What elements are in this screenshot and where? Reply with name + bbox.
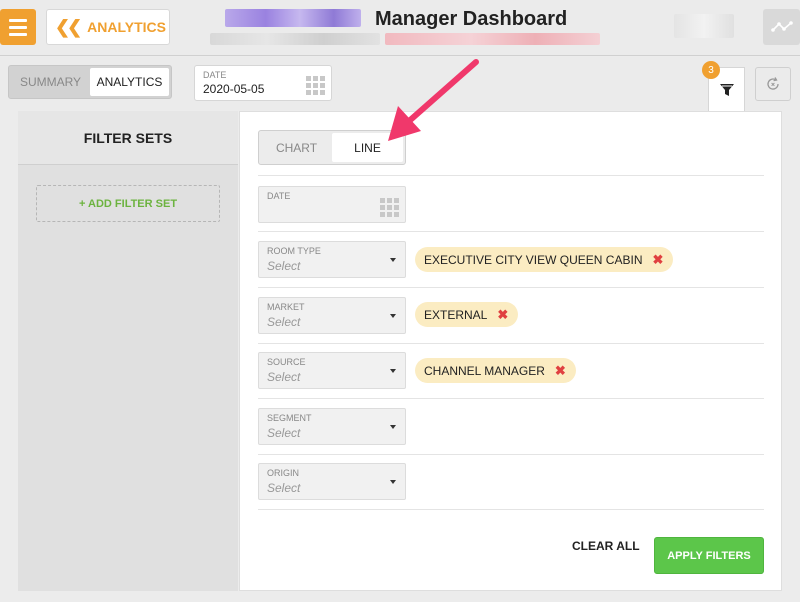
date-picker-caption: DATE bbox=[203, 70, 227, 80]
toggle-chart[interactable]: CHART bbox=[261, 133, 332, 162]
route-button[interactable] bbox=[763, 9, 800, 45]
caret-down-icon bbox=[390, 314, 396, 318]
calendar-grid-icon bbox=[380, 198, 399, 217]
redacted-subtitle bbox=[210, 33, 380, 45]
date-filter-field[interactable]: DATE bbox=[258, 186, 406, 223]
source-placeholder: Select bbox=[267, 370, 301, 384]
date-filter-caption: DATE bbox=[267, 191, 291, 201]
refresh-icon bbox=[767, 77, 779, 90]
market-caption: MARKET bbox=[267, 302, 305, 312]
filter-sets-title: FILTER SETS bbox=[18, 111, 238, 165]
divider bbox=[258, 287, 764, 288]
source-caption: SOURCE bbox=[267, 357, 306, 367]
add-filter-set-button[interactable]: + ADD FILTER SET bbox=[36, 185, 220, 222]
divider bbox=[258, 398, 764, 399]
origin-placeholder: Select bbox=[267, 481, 301, 495]
view-switcher: SUMMARY ANALYTICS bbox=[8, 65, 172, 99]
toolbar: SUMMARY ANALYTICS DATE 2020-05-05 bbox=[0, 57, 800, 110]
segment-select[interactable]: SEGMENT Select bbox=[258, 408, 406, 445]
redacted-user bbox=[674, 14, 734, 38]
clear-all-button[interactable]: CLEAR ALL bbox=[572, 539, 640, 553]
tab-analytics[interactable]: ANALYTICS bbox=[90, 68, 169, 96]
calendar-grid-icon bbox=[306, 76, 325, 95]
source-chip: CHANNEL MANAGER ✖ bbox=[415, 358, 576, 383]
back-button[interactable]: ❮❮ ANALYTICS bbox=[46, 9, 170, 45]
origin-caption: ORIGIN bbox=[267, 468, 300, 478]
page-title: Manager Dashboard bbox=[375, 8, 568, 30]
date-picker[interactable]: DATE 2020-05-05 bbox=[194, 65, 332, 101]
divider bbox=[258, 343, 764, 344]
toggle-line[interactable]: LINE bbox=[332, 133, 403, 162]
segment-placeholder: Select bbox=[267, 426, 301, 440]
hamburger-icon bbox=[9, 18, 27, 22]
route-icon bbox=[770, 21, 793, 32]
divider bbox=[258, 454, 764, 455]
app-header: ❮❮ ANALYTICS Manager Dashboard bbox=[0, 0, 800, 56]
market-placeholder: Select bbox=[267, 315, 301, 329]
remove-x-icon[interactable]: ✖ bbox=[652, 252, 663, 268]
room-type-placeholder: Select bbox=[267, 259, 301, 273]
refresh-button[interactable] bbox=[755, 67, 791, 101]
remove-x-icon[interactable]: ✖ bbox=[497, 307, 508, 323]
chip-label: CHANNEL MANAGER bbox=[424, 363, 545, 378]
divider bbox=[258, 509, 764, 510]
origin-select[interactable]: ORIGIN Select bbox=[258, 463, 406, 500]
funnel-icon bbox=[719, 83, 734, 96]
room-type-select[interactable]: ROOM TYPE Select bbox=[258, 241, 406, 278]
caret-down-icon bbox=[390, 369, 396, 373]
chart-type-toggle: CHART LINE bbox=[258, 130, 406, 165]
date-picker-value: 2020-05-05 bbox=[203, 82, 265, 96]
redacted-logo bbox=[225, 9, 361, 27]
source-select[interactable]: SOURCE Select bbox=[258, 352, 406, 389]
remove-x-icon[interactable]: ✖ bbox=[555, 363, 566, 379]
caret-down-icon bbox=[390, 258, 396, 262]
double-chevron-left-icon: ❮❮ bbox=[55, 16, 82, 37]
menu-button[interactable] bbox=[0, 9, 36, 45]
apply-filters-button[interactable]: APPLY FILTERS bbox=[654, 537, 764, 574]
room-type-chip: EXECUTIVE CITY VIEW QUEEN CABIN ✖ bbox=[415, 247, 674, 272]
market-select[interactable]: MARKET Select bbox=[258, 297, 406, 334]
segment-caption: SEGMENT bbox=[267, 413, 312, 423]
redacted-subtitle-link bbox=[385, 33, 600, 45]
filters-panel: CHART LINE DATE ROOM TYPE Select EXECUTI… bbox=[239, 111, 782, 591]
divider bbox=[258, 231, 764, 232]
divider bbox=[258, 175, 764, 176]
market-chip: EXTERNAL ✖ bbox=[415, 302, 519, 327]
room-type-caption: ROOM TYPE bbox=[267, 246, 321, 256]
filter-count-badge: 3 bbox=[702, 61, 720, 79]
caret-down-icon bbox=[390, 480, 396, 484]
caret-down-icon bbox=[390, 425, 396, 429]
filter-sets-panel: FILTER SETS + ADD FILTER SET bbox=[18, 111, 238, 591]
chip-label: EXTERNAL bbox=[424, 307, 488, 322]
tab-summary[interactable]: SUMMARY bbox=[11, 68, 90, 96]
back-button-label: ANALYTICS bbox=[87, 19, 166, 35]
chip-label: EXECUTIVE CITY VIEW QUEEN CABIN bbox=[424, 252, 643, 267]
